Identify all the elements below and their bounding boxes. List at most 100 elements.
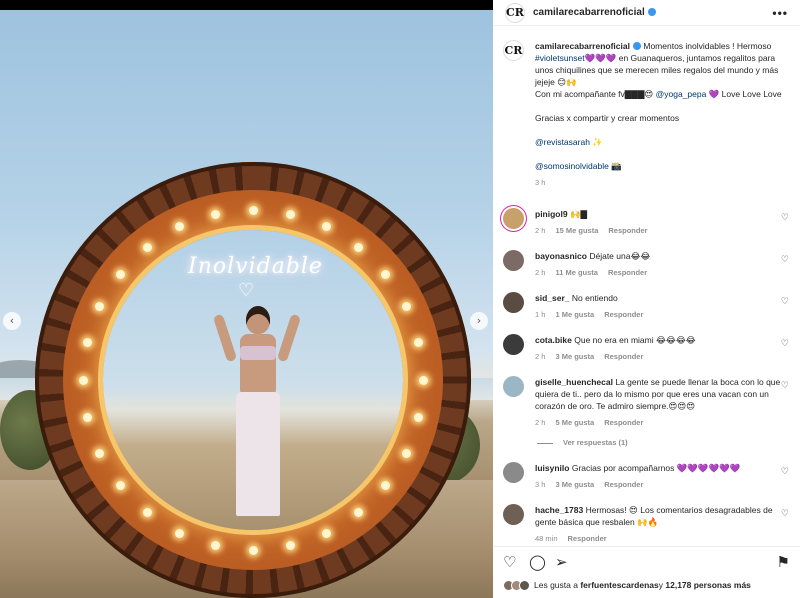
comment-likes[interactable]: 1 Me gusta [555, 310, 594, 319]
comment-time[interactable]: 2 h [535, 418, 545, 427]
commenter-avatar[interactable] [503, 292, 524, 313]
caption-text: Gracias x compartir y crear momentos [535, 113, 680, 123]
likes-count[interactable]: 12,178 personas más [665, 580, 751, 590]
caption-time[interactable]: 3 h [535, 178, 545, 187]
comment-likes[interactable]: 5 Me gusta [555, 418, 594, 427]
caption-text: Con mi acompañante fv▇▇▇😍 [535, 89, 656, 99]
comment-time[interactable]: 2 h [535, 268, 545, 277]
comment-likes[interactable]: 11 Me gusta [555, 268, 598, 277]
comment-icon[interactable]: ◯ [529, 553, 546, 571]
light-bulb [418, 375, 428, 385]
comment-username[interactable]: bayonasnico [535, 251, 587, 261]
comment-time[interactable]: 1 h [535, 310, 545, 319]
bookmark-icon[interactable]: ⚑ [777, 553, 790, 571]
reply-button[interactable]: Responder [568, 534, 607, 543]
light-bulb [248, 205, 258, 215]
reply-divider [537, 442, 553, 444]
post-actions-bar: ♡ ◯ ➢ ⚑ [493, 546, 800, 574]
view-replies-label[interactable]: Ver respuestas (1) [563, 438, 628, 447]
liker-username[interactable]: ferfuentescardenas [580, 580, 658, 590]
comment-time[interactable]: 3 h [535, 480, 545, 489]
light-bulb [82, 337, 92, 347]
caption-username[interactable]: camilarecabarrenoficial [535, 41, 630, 51]
reply-button[interactable]: Responder [608, 268, 647, 277]
caption-text: ✨ [589, 137, 603, 147]
hashtag-link[interactable]: #violetsunset [535, 53, 585, 63]
likes-middle: y [658, 580, 663, 590]
commenter-avatar[interactable] [503, 334, 524, 355]
comment-time[interactable]: 2 h [535, 352, 545, 361]
caption-text: 📸 [608, 161, 622, 171]
heart-icon[interactable]: ♡ [781, 338, 789, 349]
comment-username[interactable]: sid_ser_ [535, 293, 570, 303]
comment-text: Que no era en miami 😂😂😂😂 [574, 335, 696, 345]
heart-icon[interactable]: ♡ [781, 508, 789, 519]
verified-badge-icon [647, 7, 656, 16]
light-bulb [210, 541, 220, 551]
reply-button[interactable]: Responder [604, 480, 643, 489]
heart-icon[interactable]: ♡ [503, 553, 516, 571]
light-bulb [401, 301, 411, 311]
heart-icon[interactable]: ♡ [781, 380, 789, 391]
light-bulb [210, 209, 220, 219]
likes-prefix: Les gusta a [534, 580, 578, 590]
comment-text: No entiendo [571, 293, 618, 303]
comment-likes[interactable]: 3 Me gusta [555, 352, 594, 361]
caption-text: Momentos inolvidables ! Hermoso [643, 41, 772, 51]
commenter-avatar[interactable] [503, 376, 524, 397]
comment-text: 🙌▇ [569, 209, 588, 219]
mention-link[interactable]: @yoga_pepa [656, 89, 707, 99]
light-bulb [381, 269, 391, 279]
comment-time[interactable]: 48 min [535, 534, 558, 543]
reply-button[interactable]: Responder [604, 310, 643, 319]
comments-scroll[interactable]: CR camilarecabarrenoficial Momentos inol… [493, 34, 800, 544]
liker-avatar [519, 579, 530, 591]
neon-heart-icon: ♡ [238, 280, 255, 300]
heart-icon[interactable]: ♡ [781, 212, 789, 223]
comment-text: Déjate una😂😂 [589, 251, 651, 261]
light-bulb [401, 449, 411, 459]
commenter-avatar[interactable] [503, 208, 524, 229]
likes-summary: Les gusta a ferfuentescardenas y 12,178 … [503, 578, 798, 592]
heart-icon[interactable]: ♡ [781, 466, 789, 477]
author-avatar[interactable]: CR [503, 40, 524, 61]
post-header: CR camilarecabarrenoficial ••• [493, 0, 800, 26]
light-bulb [115, 269, 125, 279]
comment-username[interactable]: pinigol9 [535, 209, 568, 219]
light-bulb [322, 528, 332, 538]
heart-icon[interactable]: ♡ [781, 296, 789, 307]
light-bulb [248, 545, 258, 555]
comment-likes[interactable]: 15 Me gusta [555, 226, 598, 235]
reply-button[interactable]: Responder [604, 418, 643, 427]
light-bulb [142, 242, 152, 252]
light-bulb [142, 508, 152, 518]
commenter-avatar[interactable] [503, 504, 524, 525]
caption-text: 💜 Love Love Love [706, 89, 782, 99]
reply-button[interactable]: Responder [608, 226, 647, 235]
post-photo[interactable]: Inolvidable ♡ ‹ › [0, 10, 493, 598]
heart-icon[interactable]: ♡ [781, 254, 789, 265]
post-side-panel: CR camilarecabarrenoficial ••• CR camila… [493, 0, 800, 598]
light-bulb [414, 337, 424, 347]
neon-sign: Inolvidable [188, 254, 323, 279]
mention-link[interactable]: @somosinolvidable [535, 161, 609, 171]
comment-username[interactable]: cota.bike [535, 335, 572, 345]
comment-text: Gracias por acompañarnos 💜💜💜💜💜💜 [571, 463, 741, 473]
comment-username[interactable]: luisynilo [535, 463, 569, 473]
chevron-left-icon[interactable]: ‹ [3, 312, 21, 330]
view-replies-button[interactable]: Ver respuestas (1) [537, 438, 628, 447]
comment-time[interactable]: 2 h [535, 226, 545, 235]
mention-link[interactable]: @revistasarah [535, 137, 590, 147]
author-username[interactable]: camilarecabarrenoficial [533, 7, 645, 18]
send-icon[interactable]: ➢ [555, 553, 568, 571]
author-avatar[interactable]: CR [505, 2, 525, 23]
reply-button[interactable]: Responder [604, 352, 643, 361]
comment-username[interactable]: hache_1783 [535, 505, 583, 515]
person [212, 306, 302, 516]
comment-likes[interactable]: 3 Me gusta [555, 480, 594, 489]
more-options-icon[interactable]: ••• [772, 6, 788, 20]
comment-username[interactable]: giselle_huenchecal [535, 377, 613, 387]
commenter-avatar[interactable] [503, 462, 524, 483]
commenter-avatar[interactable] [503, 250, 524, 271]
chevron-right-icon[interactable]: › [470, 312, 488, 330]
